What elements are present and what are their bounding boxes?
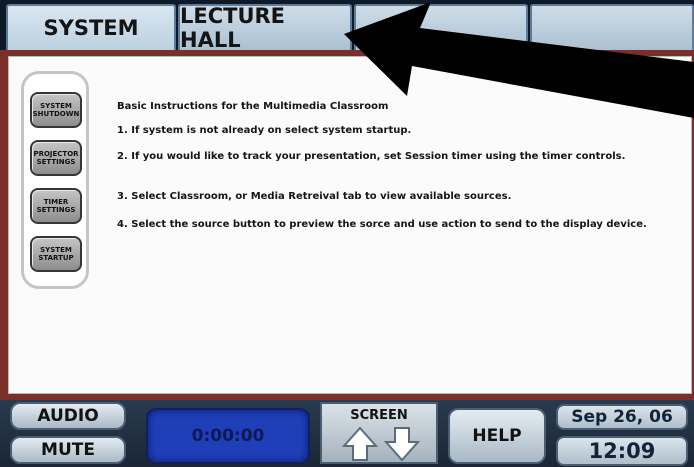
date-display: Sep 26, 06 <box>556 404 688 430</box>
screen-label: SCREEN <box>350 408 408 423</box>
system-startup-label: SYSTEM STARTUP <box>38 246 74 262</box>
timer-settings-label: TIMER SETTINGS <box>36 198 76 214</box>
tab-bar: SYSTEM LECTURE HALL <box>0 0 694 52</box>
instructions-title: Basic Instructions for the Multimedia Cl… <box>117 101 389 112</box>
main-panel: SYSTEM SHUTDOWN PROJECTOR SETTINGS TIMER SE… <box>8 56 692 394</box>
screen-control: SCREEN <box>320 402 438 464</box>
timer-settings-button[interactable]: TIMER SETTINGS <box>30 188 82 224</box>
system-button-group: SYSTEM SHUTDOWN PROJECTOR SETTINGS TIMER SE… <box>21 71 89 289</box>
instruction-step: 3. Select Classroom, or Media Retreival … <box>117 191 512 202</box>
system-shutdown-label: SYSTEM SHUTDOWN <box>32 102 80 118</box>
projector-settings-label: PROJECTOR SETTINGS <box>33 150 79 166</box>
system-shutdown-button[interactable]: SYSTEM SHUTDOWN <box>30 92 82 128</box>
tab-empty-2[interactable] <box>530 4 694 50</box>
mute-button[interactable]: MUTE <box>10 436 126 464</box>
projector-settings-button[interactable]: PROJECTOR SETTINGS <box>30 140 82 176</box>
arrow-up-icon[interactable] <box>342 426 378 462</box>
tab-lecture-hall[interactable]: LECTURE HALL <box>178 4 352 52</box>
instruction-step: 1. If system is not already on select sy… <box>117 125 412 136</box>
help-button[interactable]: HELP <box>448 408 546 464</box>
time-display: 12:09 <box>556 436 688 466</box>
instruction-step: 4. Select the source button to preview t… <box>117 219 647 230</box>
system-startup-button[interactable]: SYSTEM STARTUP <box>30 236 82 272</box>
tab-empty-1[interactable] <box>354 4 528 50</box>
session-timer-display: 0:00:00 <box>146 408 310 464</box>
tab-system[interactable]: SYSTEM <box>6 4 176 50</box>
audio-button[interactable]: AUDIO <box>10 402 126 430</box>
instruction-step: 2. If you would like to track your prese… <box>117 151 626 162</box>
arrow-down-icon[interactable] <box>384 426 420 462</box>
bottom-control-bar: AUDIO MUTE 0:00:00 SCREEN HELP Sep 26, 0… <box>0 400 694 467</box>
